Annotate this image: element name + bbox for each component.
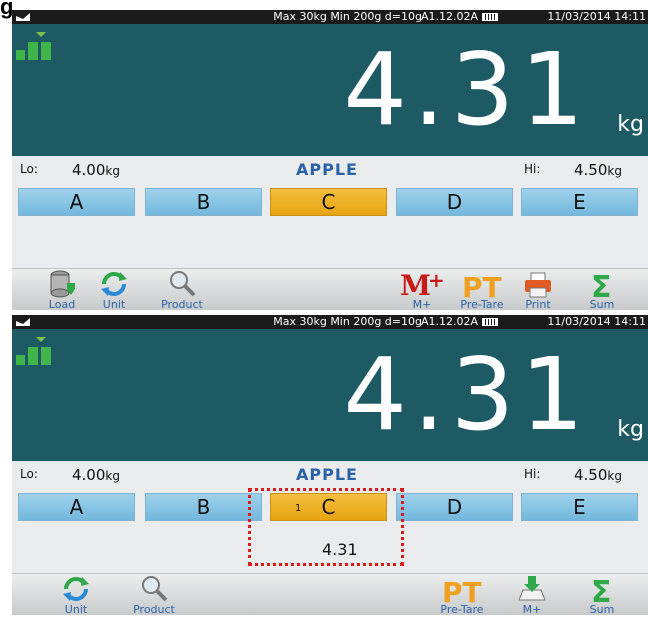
lo-label: Lo: — [20, 162, 38, 176]
svg-text:+: + — [428, 269, 444, 292]
lo-value: 4.00kg — [72, 161, 120, 179]
database-load-icon — [50, 270, 75, 298]
pre-tare-label: Pre-Tare — [440, 603, 484, 615]
svg-text:PT: PT — [462, 271, 502, 299]
stability-icon — [16, 337, 51, 365]
status-bar: Max 30kg Min 200g d=10g A1.12.02A 11/03/… — [12, 315, 648, 329]
signal-icon — [16, 13, 30, 21]
hi-label: Hi: — [524, 162, 541, 176]
key-d[interactable]: D — [396, 493, 513, 521]
unit-cycle-icon — [101, 272, 127, 296]
key-c[interactable]: C — [270, 188, 387, 216]
scale-specs: Max 30kg Min 200g d=10g — [273, 10, 422, 23]
lo-label: Lo: — [20, 467, 38, 481]
product-name: APPLE — [296, 160, 358, 179]
pre-tare-button[interactable]: PT Pre-Tare — [432, 572, 492, 615]
scale-specs: Max 30kg Min 200g d=10g — [273, 315, 422, 328]
sum-icon: Σ — [591, 575, 612, 604]
weight-display: 4.31 kg — [12, 24, 648, 156]
unit-button[interactable]: Unit — [46, 572, 106, 615]
mplus-button[interactable]: M+ — [502, 572, 562, 615]
key-a[interactable]: A — [18, 493, 135, 521]
sum-icon: Σ — [591, 270, 612, 299]
product-search-icon — [142, 576, 168, 602]
product-label: Product — [133, 603, 175, 615]
print-button[interactable]: Print — [508, 267, 568, 310]
battery-icon — [482, 318, 498, 326]
weight-unit: kg — [617, 112, 644, 137]
sum-button[interactable]: Σ Sum — [572, 572, 632, 615]
weight-display: 4.31 kg — [12, 329, 648, 461]
sum-label: Sum — [589, 603, 615, 615]
weight-unit: kg — [617, 417, 644, 442]
signal-icon — [16, 318, 30, 326]
mplus-label: M+ — [522, 603, 542, 615]
sum-label: Sum — [589, 298, 615, 310]
print-label: Print — [525, 298, 551, 310]
product-label: Product — [161, 298, 203, 310]
status-bar: Max 30kg Min 200g d=10g A1.12.02A 11/03/… — [12, 10, 648, 24]
product-keys: A B C D E — [12, 188, 648, 216]
unit-cycle-icon — [63, 577, 89, 601]
svg-text:PT: PT — [442, 576, 482, 604]
stability-icon — [16, 32, 51, 60]
hi-value: 4.50kg — [574, 161, 622, 179]
weight-value: 4.31 — [343, 31, 590, 148]
product-button[interactable]: Product — [152, 267, 212, 310]
product-button[interactable]: Product — [124, 572, 184, 615]
pre-tare-label: Pre-Tare — [460, 298, 504, 310]
key-e[interactable]: E — [521, 188, 638, 216]
key-b[interactable]: B — [145, 493, 262, 521]
function-toolbar: Load Unit Product M + M+ PT Pre-Tare Pri… — [12, 268, 648, 310]
scale-screen-1: Max 30kg Min 200g d=10g A1.12.02A 11/03/… — [12, 10, 648, 310]
memory-download-icon — [518, 576, 546, 601]
limits-row: Lo: 4.00kg APPLE Hi: 4.50kg — [12, 160, 648, 182]
product-search-icon — [170, 271, 196, 297]
svg-text:M: M — [400, 269, 431, 299]
weight-value: 4.31 — [343, 336, 590, 453]
memory-plus-icon: M + — [400, 269, 444, 299]
lo-value: 4.00kg — [72, 466, 120, 484]
sum-button[interactable]: Σ Sum — [572, 267, 632, 310]
key-a[interactable]: A — [18, 188, 135, 216]
highlight-box — [248, 488, 404, 566]
mplus-label: M+ — [412, 298, 432, 310]
limits-row: Lo: 4.00kg APPLE Hi: 4.50kg — [12, 465, 648, 487]
function-toolbar: Unit Product PT Pre-Tare M+ Σ Sum — [12, 573, 648, 615]
pre-tare-button[interactable]: PT Pre-Tare — [452, 267, 512, 310]
pre-tare-icon: PT — [462, 271, 502, 299]
svg-text:Σ: Σ — [591, 575, 612, 604]
scale-screen-2: Max 30kg Min 200g d=10g A1.12.02A 11/03/… — [12, 315, 648, 615]
key-e[interactable]: E — [521, 493, 638, 521]
printer-icon — [525, 272, 551, 298]
product-name: APPLE — [296, 465, 358, 484]
battery-icon — [482, 13, 498, 21]
firmware-version: A1.12.02A — [420, 315, 478, 328]
unit-label: Unit — [64, 603, 88, 615]
hi-value: 4.50kg — [574, 466, 622, 484]
svg-text:Σ: Σ — [591, 270, 612, 299]
load-button[interactable]: Load — [32, 267, 92, 310]
mplus-button[interactable]: M + M+ — [392, 267, 452, 310]
unit-label: Unit — [102, 298, 126, 310]
key-b[interactable]: B — [145, 188, 262, 216]
firmware-version: A1.12.02A — [420, 10, 478, 23]
datetime: 11/03/2014 14:11 — [547, 10, 646, 23]
pre-tare-icon: PT — [442, 576, 482, 604]
hi-label: Hi: — [524, 467, 541, 481]
load-label: Load — [48, 298, 76, 310]
key-d[interactable]: D — [396, 188, 513, 216]
unit-button[interactable]: Unit — [84, 267, 144, 310]
datetime: 11/03/2014 14:11 — [547, 315, 646, 328]
